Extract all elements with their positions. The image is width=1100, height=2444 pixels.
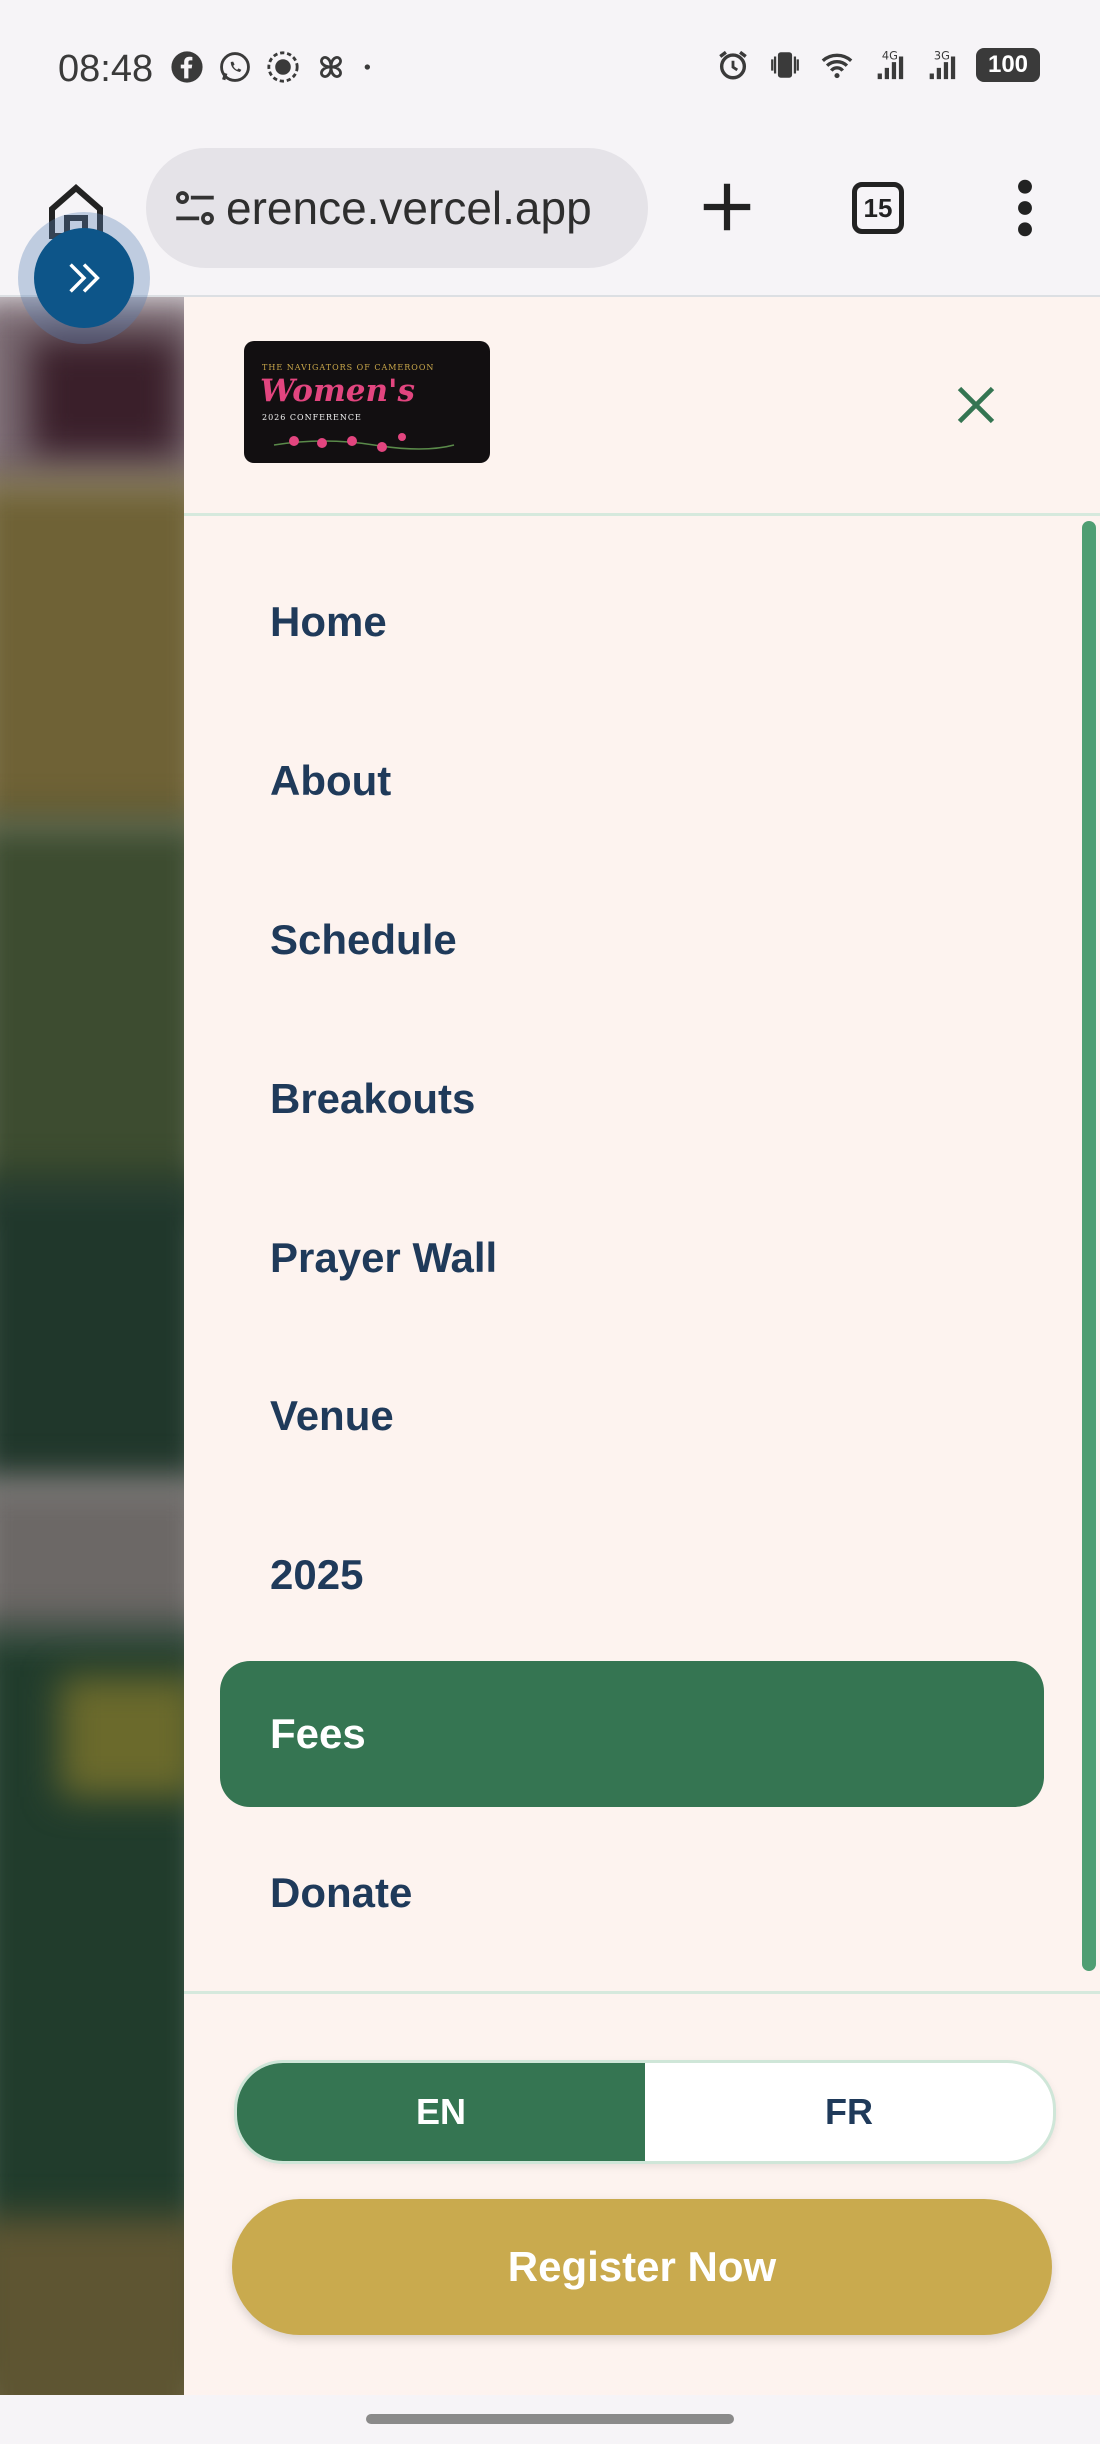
nav-item-home[interactable]: Home bbox=[220, 549, 1044, 695]
battery-indicator: 100 bbox=[976, 48, 1040, 82]
svg-text:4G: 4G bbox=[882, 48, 898, 62]
nav-item-donate[interactable]: Donate bbox=[220, 1820, 1044, 1966]
conference-logo[interactable]: THE NAVIGATORS OF CAMEROON Women's 2026 … bbox=[244, 341, 490, 463]
flower-branch-icon bbox=[273, 433, 455, 452]
nav-item-schedule[interactable]: Schedule bbox=[220, 867, 1044, 1013]
whatsapp-icon bbox=[220, 52, 250, 82]
status-time: 08:48 bbox=[58, 48, 154, 90]
notification-icons bbox=[170, 50, 378, 84]
nav-item-breakouts[interactable]: Breakouts bbox=[220, 1026, 1044, 1172]
nav-item-2025[interactable]: 2025 bbox=[220, 1502, 1044, 1648]
nav-item-fees[interactable]: Fees bbox=[220, 1661, 1044, 1807]
address-bar[interactable]: erence.vercel.app bbox=[146, 148, 648, 268]
site-settings-icon[interactable] bbox=[170, 183, 220, 233]
browser-toolbar: erence.vercel.app 15 bbox=[0, 140, 1100, 297]
screen-record-icon bbox=[267, 51, 299, 83]
url-text[interactable]: erence.vercel.app bbox=[226, 181, 592, 235]
signal-4g-icon: 4G bbox=[877, 48, 904, 80]
pinwheel-icon bbox=[320, 56, 342, 78]
nav-item-venue[interactable]: Venue bbox=[220, 1343, 1044, 1489]
floating-expand-button[interactable] bbox=[18, 212, 150, 344]
nav-drawer: THE NAVIGATORS OF CAMEROON Women's 2026 … bbox=[184, 297, 1100, 2395]
alarm-icon bbox=[719, 50, 747, 80]
svg-text:3G: 3G bbox=[934, 48, 950, 62]
facebook-icon bbox=[171, 51, 203, 83]
drawer-header: THE NAVIGATORS OF CAMEROON Women's 2026 … bbox=[184, 297, 1100, 516]
language-toggle: EN FR bbox=[234, 2060, 1056, 2164]
vibrate-icon bbox=[771, 52, 799, 78]
nav-item-prayer-wall[interactable]: Prayer Wall bbox=[220, 1185, 1044, 1331]
status-bar: 08:48 4G 3G 100 bbox=[0, 0, 1100, 140]
page-backdrop bbox=[0, 297, 184, 2395]
double-chevron-right-icon bbox=[69, 263, 100, 293]
nav-item-about[interactable]: About bbox=[220, 708, 1044, 854]
wifi-icon bbox=[821, 53, 853, 79]
register-now-button[interactable]: Register Now bbox=[232, 2199, 1052, 2335]
system-icons: 4G 3G 100 bbox=[716, 48, 1040, 82]
more-menu-icon[interactable] bbox=[1010, 176, 1040, 240]
tab-switcher-button[interactable]: 15 bbox=[852, 182, 904, 234]
new-tab-icon[interactable] bbox=[696, 176, 758, 238]
gesture-home-bar[interactable] bbox=[366, 2414, 734, 2424]
nav-scrollbar[interactable] bbox=[1082, 521, 1096, 1971]
signal-3g-icon: 3G bbox=[929, 48, 956, 80]
more-notifications-icon bbox=[364, 64, 370, 70]
nav-menu: Home About Schedule Breakouts Prayer Wal… bbox=[184, 513, 1100, 1994]
language-option-fr[interactable]: FR bbox=[645, 2063, 1053, 2161]
close-icon[interactable] bbox=[954, 383, 998, 427]
language-option-en[interactable]: EN bbox=[237, 2063, 645, 2161]
